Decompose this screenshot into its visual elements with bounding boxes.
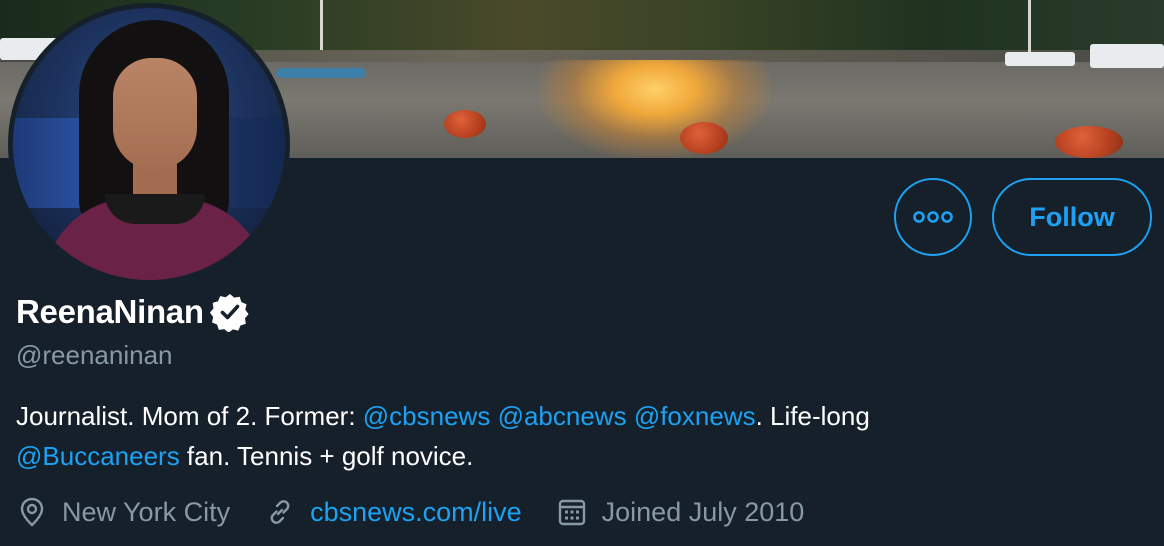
banner-kayak [276, 68, 366, 78]
location-pin-icon [20, 497, 44, 527]
verified-badge-icon [209, 294, 249, 332]
mention-link[interactable]: @cbsnews [363, 401, 491, 431]
bio-text: fan. Tennis + golf novice. [179, 441, 474, 471]
avatar-collar [105, 194, 205, 224]
website-item[interactable]: cbsnews.com/live [264, 496, 522, 528]
bio-text: Journalist. Mom of 2. Former: [16, 401, 363, 431]
banner-mast [1028, 0, 1031, 58]
joined-date: Joined July 2010 [601, 496, 805, 527]
banner-mast [320, 0, 323, 50]
profile-bio: Journalist. Mom of 2. Former: @cbsnews @… [16, 396, 1136, 476]
calendar-icon [558, 499, 585, 526]
location-item: New York City [16, 496, 230, 528]
banner-sunset-reflection [540, 60, 770, 158]
banner-buoy [444, 110, 486, 138]
avatar[interactable] [8, 3, 290, 285]
profile-name-row: ReenaNinan [16, 292, 250, 332]
follow-button[interactable]: Follow [992, 178, 1152, 256]
banner-buoy [1055, 126, 1123, 158]
more-options-icon [913, 211, 953, 223]
mention-link[interactable]: @abcnews [498, 401, 627, 431]
banner-boat [1090, 44, 1164, 68]
link-icon [270, 500, 290, 524]
banner-buoy [680, 122, 728, 154]
location-text: New York City [62, 496, 231, 527]
bio-space [627, 401, 634, 431]
display-name: ReenaNinan [16, 293, 204, 330]
joined-item: Joined July 2010 [556, 496, 805, 528]
mention-link[interactable]: @foxnews [634, 401, 756, 431]
bio-space [490, 401, 497, 431]
profile-meta: New York City cbsnews.com/live Joined Ju… [16, 490, 838, 534]
bio-text: . Life-long [755, 401, 870, 431]
more-options-button[interactable] [894, 178, 972, 256]
avatar-face [113, 58, 197, 170]
website-link[interactable]: cbsnews.com/live [310, 497, 522, 528]
mention-link[interactable]: @Buccaneers [16, 441, 180, 471]
user-handle: @reenaninan [16, 340, 173, 370]
banner-boat [1005, 52, 1075, 66]
